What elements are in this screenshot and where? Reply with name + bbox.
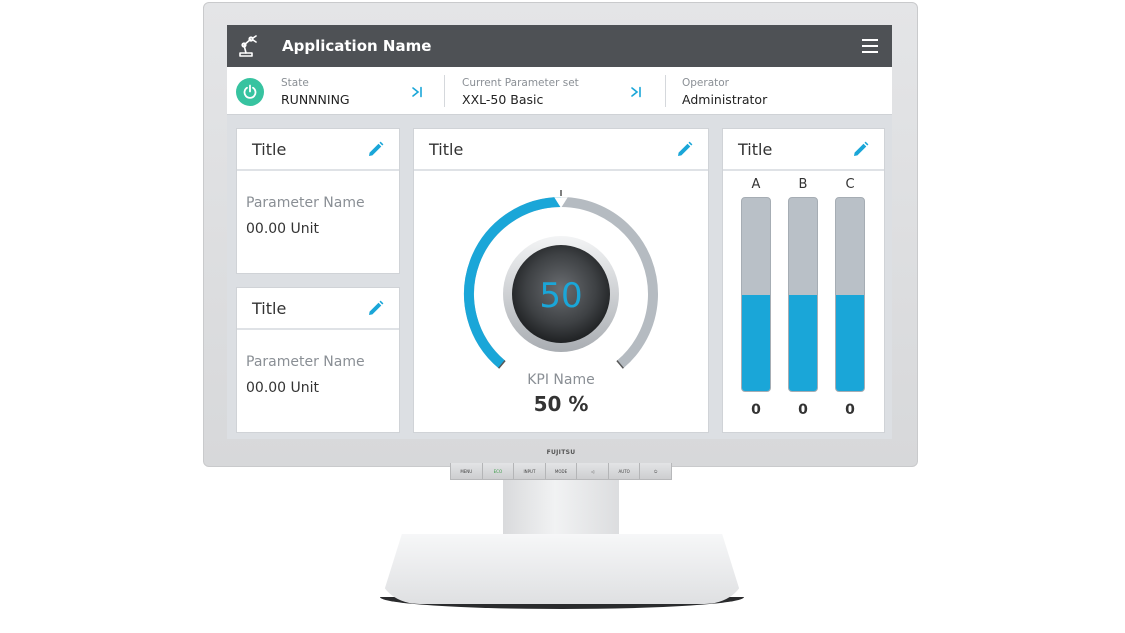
monitor-menu-button[interactable]: MENU <box>451 463 483 479</box>
parameter-value: 00.00 Unit <box>246 380 320 396</box>
bar-label: A <box>751 177 761 192</box>
kpi-name: KPI Name <box>527 372 595 388</box>
kpi-gauge-card: Title 50 KPI Name 50 % <box>414 129 708 432</box>
parameter-card: Title Parameter Name 00.00 Unit <box>237 129 399 273</box>
gauge-value: 50 <box>539 276 582 316</box>
operator-label: Operator <box>682 77 729 89</box>
operator-section: Operator Administrator <box>682 77 767 107</box>
monitor-volume-button[interactable]: ◁ <box>577 463 609 479</box>
level-bar: A 0 <box>741 177 771 418</box>
info-divider <box>665 75 666 107</box>
bar-track <box>741 197 771 392</box>
pencil-icon[interactable] <box>674 139 694 159</box>
operator-value: Administrator <box>682 92 768 107</box>
bar-value: 0 <box>798 402 808 418</box>
power-icon[interactable] <box>236 78 264 106</box>
bar-track <box>835 197 865 392</box>
card-header: Title <box>414 129 708 171</box>
kpi-gauge: 50 <box>464 190 658 369</box>
bar-value: 0 <box>751 402 761 418</box>
kpi-value: 50 % <box>533 392 589 416</box>
card-title: Title <box>738 139 773 159</box>
level-bar: C 0 <box>835 177 865 418</box>
card-header: Title <box>237 288 399 330</box>
state-section: State RUNNNING <box>281 77 350 107</box>
parameter-set-section: Current Parameter set XXL-50 Basic <box>462 77 579 107</box>
bar-label: C <box>845 177 855 192</box>
bar-fill <box>836 294 864 391</box>
parameter-set-value: XXL-50 Basic <box>462 92 544 107</box>
monitor-brand-logo: FUJITSU <box>546 449 576 456</box>
monitor-input-button[interactable]: INPUT <box>514 463 546 479</box>
bar-value: 0 <box>845 402 855 418</box>
state-label: State <box>281 77 309 89</box>
info-divider <box>444 75 445 107</box>
pencil-icon[interactable] <box>850 139 870 159</box>
status-info-bar: State RUNNNING Current Parameter set XXL… <box>227 67 892 115</box>
monitor-stand-base <box>380 534 744 604</box>
level-bar: B 0 <box>788 177 818 418</box>
parameter-set-label: Current Parameter set <box>462 77 579 89</box>
bar-track <box>788 197 818 392</box>
level-bars-card: Title A 0 B 0 C 0 <box>723 129 884 432</box>
state-value: RUNNNING <box>281 92 350 107</box>
card-header: Title <box>723 129 884 171</box>
hamburger-menu-icon[interactable] <box>862 39 878 53</box>
app-title: Application Name <box>282 37 432 55</box>
card-title: Title <box>252 139 287 159</box>
pencil-icon[interactable] <box>365 139 385 159</box>
monitor-mode-button[interactable]: MODE <box>545 463 578 479</box>
pencil-icon[interactable] <box>365 298 385 318</box>
monitor-button-strip: MENU ECO INPUT MODE ◁ AUTO ⏻ <box>450 463 672 480</box>
monitor-power-button[interactable]: ⏻ <box>640 463 672 479</box>
skip-to-end-icon[interactable] <box>410 84 424 98</box>
skip-to-end-icon[interactable] <box>629 84 643 98</box>
parameter-name: Parameter Name <box>246 354 365 370</box>
card-title: Title <box>252 298 287 318</box>
bar-fill <box>742 294 770 391</box>
monitor-auto-button[interactable]: AUTO <box>608 463 641 479</box>
card-title: Title <box>429 139 464 159</box>
card-header: Title <box>237 129 399 171</box>
parameter-value: 00.00 Unit <box>246 221 320 237</box>
bar-fill <box>789 294 817 391</box>
bar-label: B <box>798 177 808 192</box>
parameter-card: Title Parameter Name 00.00 Unit <box>237 288 399 432</box>
robot-arm-icon <box>227 25 267 67</box>
screen: Application Name State RUNNNING Current … <box>227 25 892 439</box>
app-header: Application Name <box>227 25 892 67</box>
monitor-eco-button[interactable]: ECO <box>482 463 515 479</box>
parameter-name: Parameter Name <box>246 195 365 211</box>
